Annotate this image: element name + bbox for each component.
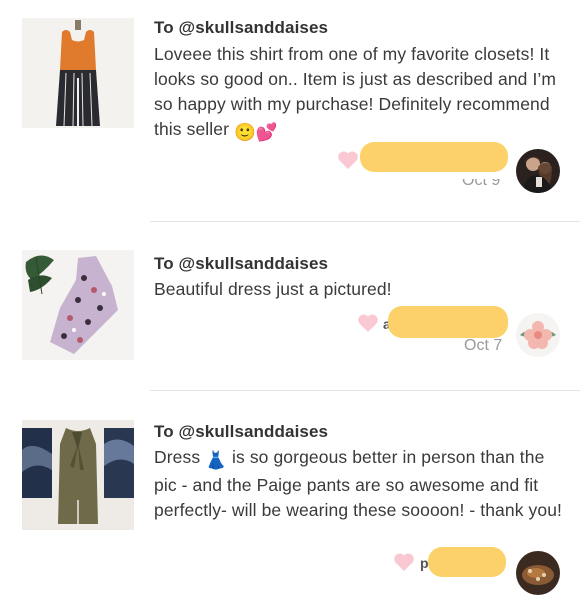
- review-text: Loveee this shirt from one of my favorit…: [154, 42, 564, 145]
- listing-thumbnail[interactable]: [22, 18, 134, 128]
- reviewer-avatar[interactable]: [516, 551, 560, 595]
- dress-emoji: 👗: [205, 450, 228, 470]
- review-recipient[interactable]: To @skullsanddaises: [154, 18, 328, 38]
- review-text-start: Dress: [154, 447, 201, 467]
- reviewer-avatar[interactable]: [516, 149, 560, 193]
- review-text: Beautiful dress just a pictured!: [154, 279, 392, 299]
- listing-thumbnail[interactable]: [22, 250, 134, 360]
- orange-tank-top-striped-pants-photo: [22, 18, 134, 128]
- review-item: To @skullsanddaises Loveee this shirt fr…: [0, 0, 580, 220]
- lavender-floral-dress-photo: [22, 250, 134, 360]
- review-item: To @skullsanddaises Beautiful dress just…: [0, 222, 580, 390]
- redacted-username: [388, 306, 508, 338]
- review-recipient[interactable]: To @skullsanddaises: [154, 422, 328, 442]
- review-date: Oct 9: [462, 172, 501, 189]
- redacted-username: [428, 547, 506, 577]
- review-item: To @skullsanddaises Dress 👗 is so gorgeo…: [0, 391, 580, 595]
- heart-icon[interactable]: [393, 552, 415, 572]
- pink-flower-avatar: [516, 313, 560, 357]
- smile-heart-emoji: 🙂💕: [233, 122, 278, 142]
- review-text: Dress 👗 is so gorgeous better in person …: [154, 445, 564, 523]
- redacted-username: [360, 142, 508, 172]
- olive-tie-neck-dress-photo: [22, 420, 134, 530]
- review-text-main: Loveee this shirt from one of my favorit…: [154, 44, 557, 139]
- listing-thumbnail[interactable]: [22, 420, 134, 530]
- heart-icon[interactable]: [337, 150, 359, 170]
- food-photo-avatar: [516, 551, 560, 595]
- couple-photo-avatar: [516, 149, 560, 193]
- reviewer-avatar[interactable]: [516, 313, 560, 357]
- review-date: Oct 7: [464, 337, 503, 354]
- heart-icon[interactable]: [357, 313, 379, 333]
- review-recipient[interactable]: To @skullsanddaises: [154, 254, 328, 274]
